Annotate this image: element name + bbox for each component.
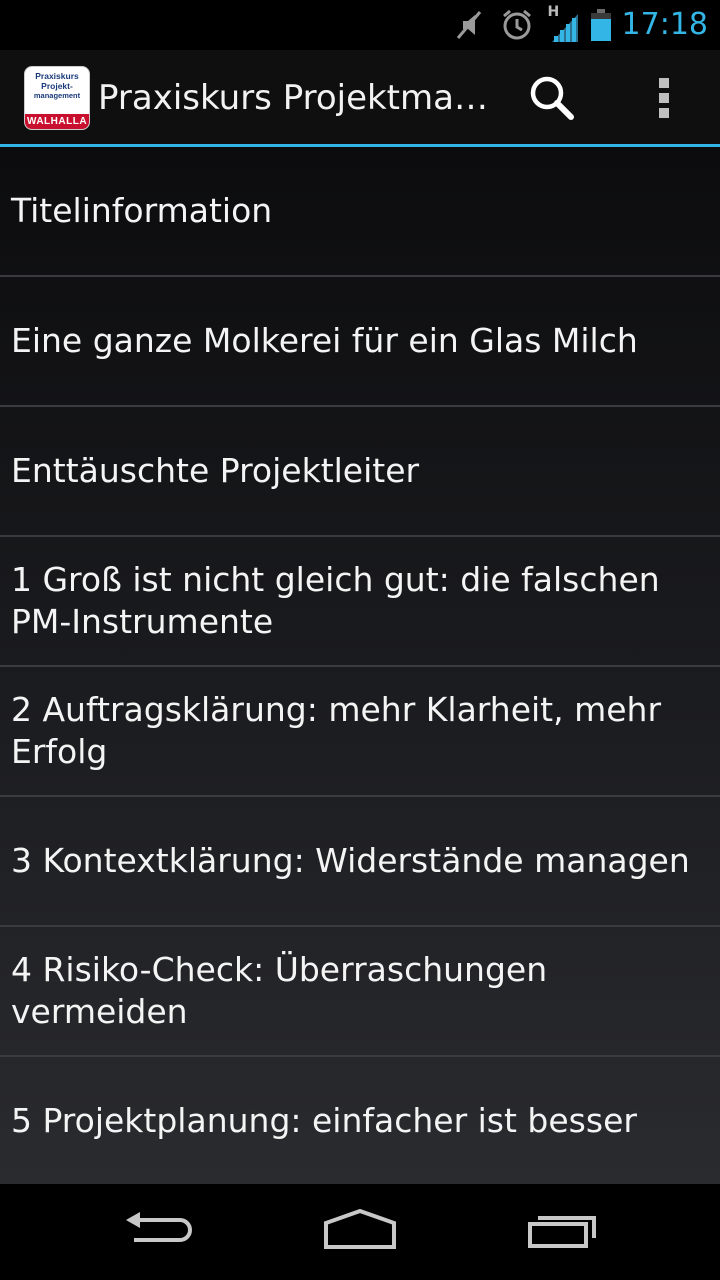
recent-apps-icon — [526, 1210, 598, 1254]
overflow-menu-icon — [657, 76, 671, 124]
home-button[interactable] — [300, 1200, 420, 1264]
list-item[interactable]: Enttäuschte Projektleiter — [0, 407, 720, 537]
action-bar: Praxiskurs Projekt- management WALHALLA … — [0, 50, 720, 144]
list-item[interactable]: 1 Groß ist nicht gleich gut: die falsche… — [0, 537, 720, 667]
alarm-icon — [500, 8, 534, 42]
signal-icon: H — [548, 4, 582, 42]
search-icon — [528, 74, 576, 126]
list-item-label: Titelinformation — [11, 191, 273, 230]
status-time: 17:18 — [621, 7, 708, 42]
list-item-label: 1 Groß ist nicht gleich gut: die falsche… — [11, 560, 660, 641]
navigation-bar — [0, 1184, 720, 1280]
list-item-label: Enttäuschte Projektleiter — [11, 451, 420, 490]
list-item[interactable]: Titelinformation — [0, 147, 720, 277]
list-item-label: 4 Risiko-Check: Überraschungen vermeiden — [11, 950, 548, 1031]
app-icon-brand: WALHALLA — [25, 114, 89, 129]
list-item-label: 5 Projektplanung: einfacher ist besser — [11, 1101, 637, 1140]
list-item-label: 2 Auftragsklärung: mehr Klarheit, mehr E… — [11, 690, 662, 771]
mute-icon — [454, 8, 484, 42]
list-item[interactable]: 2 Auftragsklärung: mehr Klarheit, mehr E… — [0, 667, 720, 797]
app-icon-text: Praxiskurs Projekt- management — [25, 71, 89, 101]
list-item[interactable]: Eine ganze Molkerei für ein Glas Milch — [0, 277, 720, 407]
list-item[interactable]: 4 Risiko-Check: Überraschungen vermeiden — [0, 927, 720, 1057]
back-icon — [124, 1210, 196, 1254]
app-icon[interactable]: Praxiskurs Projekt- management WALHALLA — [24, 66, 90, 130]
home-icon — [322, 1208, 398, 1255]
network-type-label: H — [547, 4, 560, 20]
page-title: Praxiskurs Projektma… — [98, 78, 488, 118]
list-item-label: 3 Kontextklärung: Widerstände managen — [11, 841, 690, 880]
app-icon-line1: Praxiskurs — [35, 71, 79, 81]
app-icon-line2: Projekt- — [41, 81, 73, 91]
recent-apps-button[interactable] — [502, 1200, 622, 1264]
list-item-label: Eine ganze Molkerei für ein Glas Milch — [11, 321, 638, 360]
overflow-menu-button[interactable] — [632, 68, 696, 132]
app-icon-line3: management — [33, 91, 81, 100]
chapter-list: Titelinformation Eine ganze Molkerei für… — [0, 147, 720, 1184]
back-button[interactable] — [100, 1200, 220, 1264]
status-icons: H 17:18 — [454, 0, 720, 50]
search-button[interactable] — [520, 68, 584, 132]
battery-icon — [590, 8, 612, 42]
list-item[interactable]: 5 Projektplanung: einfacher ist besser — [0, 1057, 720, 1184]
status-bar: H 17:18 — [0, 0, 720, 50]
list-item[interactable]: 3 Kontextklärung: Widerstände managen — [0, 797, 720, 927]
